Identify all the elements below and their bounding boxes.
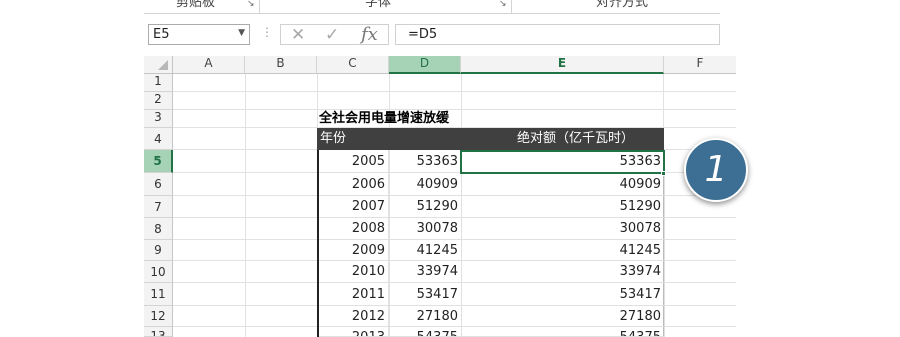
formula-bar-grip-icon[interactable]: ⋮ <box>261 25 273 39</box>
d-value-cell[interactable]: 53417 <box>389 283 462 306</box>
year-cell[interactable]: 2005 <box>319 150 389 173</box>
header-year-cell[interactable]: 年份 <box>320 128 346 150</box>
column-header-c[interactable]: C <box>317 56 389 74</box>
column-header-d[interactable]: D <box>389 56 461 74</box>
year-cell[interactable]: 2010 <box>319 261 389 283</box>
year-cell[interactable]: 2008 <box>319 218 389 240</box>
sheet-title-cell[interactable]: 全社会用电量增速放缓 <box>319 110 619 128</box>
d-value-cell[interactable]: 30078 <box>389 218 462 240</box>
select-all-triangle-icon <box>158 60 168 70</box>
chevron-down-icon[interactable]: ▼ <box>238 28 245 38</box>
ribbon-group-alignment: 对齐方式 <box>596 0 649 10</box>
column-header-f[interactable]: F <box>664 56 736 74</box>
data-table: 2005 53363 53363 2006 40909 40909 2007 5… <box>317 150 665 337</box>
ribbon-separator <box>511 0 512 13</box>
d-value-cell[interactable]: 33974 <box>389 261 462 283</box>
d-value-cell[interactable]: 40909 <box>389 173 462 196</box>
insert-function-icon[interactable]: fx <box>361 24 378 45</box>
d-value-cell[interactable]: 27180 <box>389 306 462 327</box>
e-value-cell[interactable]: 53417 <box>462 283 665 306</box>
row-header-1[interactable]: 1 <box>144 74 173 92</box>
year-cell[interactable]: 2013 <box>319 327 389 337</box>
e-value-cell[interactable]: 40909 <box>462 173 665 196</box>
fill-handle[interactable] <box>661 171 666 176</box>
row-header-3[interactable]: 3 <box>144 110 173 128</box>
column-header-a[interactable]: A <box>173 56 245 74</box>
name-box[interactable]: E5 ▼ <box>148 24 250 45</box>
ribbon-group-font: 字体 <box>365 0 392 10</box>
row-header-6[interactable]: 6 <box>144 173 173 196</box>
e-value-cell[interactable]: 51290 <box>462 196 665 218</box>
ribbon-group-labels: 剪贴板 ↘ 字体 ↘ 对齐方式 <box>144 0 720 14</box>
e-value-cell[interactable]: 33974 <box>462 261 665 283</box>
formula-buttons: ✕ ✓ fx <box>280 24 389 45</box>
ribbon-separator <box>259 0 260 13</box>
row-header-5[interactable]: 5 <box>144 150 173 173</box>
cancel-icon[interactable]: ✕ <box>291 25 305 45</box>
year-cell[interactable]: 2007 <box>319 196 389 218</box>
d-value-cell[interactable]: 41245 <box>389 240 462 261</box>
column-header-b[interactable]: B <box>245 56 317 74</box>
d-value-cell[interactable]: 53363 <box>389 150 462 173</box>
row-header-12[interactable]: 12 <box>144 306 173 327</box>
step-callout-badge: 1 <box>684 138 748 202</box>
row-header-11[interactable]: 11 <box>144 283 173 306</box>
table-header-band: 年份 绝对额（亿千瓦时） <box>317 128 664 150</box>
year-cell[interactable]: 2011 <box>319 283 389 306</box>
year-cell[interactable]: 2012 <box>319 306 389 327</box>
e-value-cell[interactable]: 27180 <box>462 306 665 327</box>
d-value-cell[interactable]: 51290 <box>389 196 462 218</box>
row-header-7[interactable]: 7 <box>144 196 173 218</box>
row-header-9[interactable]: 9 <box>144 240 173 261</box>
row-header-13[interactable]: 13 <box>144 327 173 337</box>
name-box-value: E5 <box>153 27 170 42</box>
row-header-10[interactable]: 10 <box>144 261 173 283</box>
e-value-cell[interactable]: 30078 <box>462 218 665 240</box>
clipboard-launcher-icon[interactable]: ↘ <box>247 0 255 9</box>
ribbon-group-clipboard: 剪贴板 <box>176 0 216 10</box>
enter-icon[interactable]: ✓ <box>325 25 339 45</box>
d-value-cell[interactable]: 54375 <box>389 327 462 337</box>
row-header-2[interactable]: 2 <box>144 92 173 110</box>
year-cell[interactable]: 2006 <box>319 173 389 196</box>
header-value-cell[interactable]: 绝对额（亿千瓦时） <box>517 128 634 150</box>
row-header-8[interactable]: 8 <box>144 218 173 240</box>
e-value-cell[interactable]: 41245 <box>462 240 665 261</box>
e-value-cell[interactable]: 54375 <box>462 327 665 337</box>
year-cell[interactable]: 2009 <box>319 240 389 261</box>
row-header-4[interactable]: 4 <box>144 128 173 150</box>
font-launcher-icon[interactable]: ↘ <box>499 0 507 9</box>
column-header-e[interactable]: E <box>461 56 664 74</box>
select-all-corner[interactable] <box>144 56 173 74</box>
formula-input[interactable]: =D5 <box>395 24 720 45</box>
active-cell-selection[interactable] <box>460 150 665 174</box>
